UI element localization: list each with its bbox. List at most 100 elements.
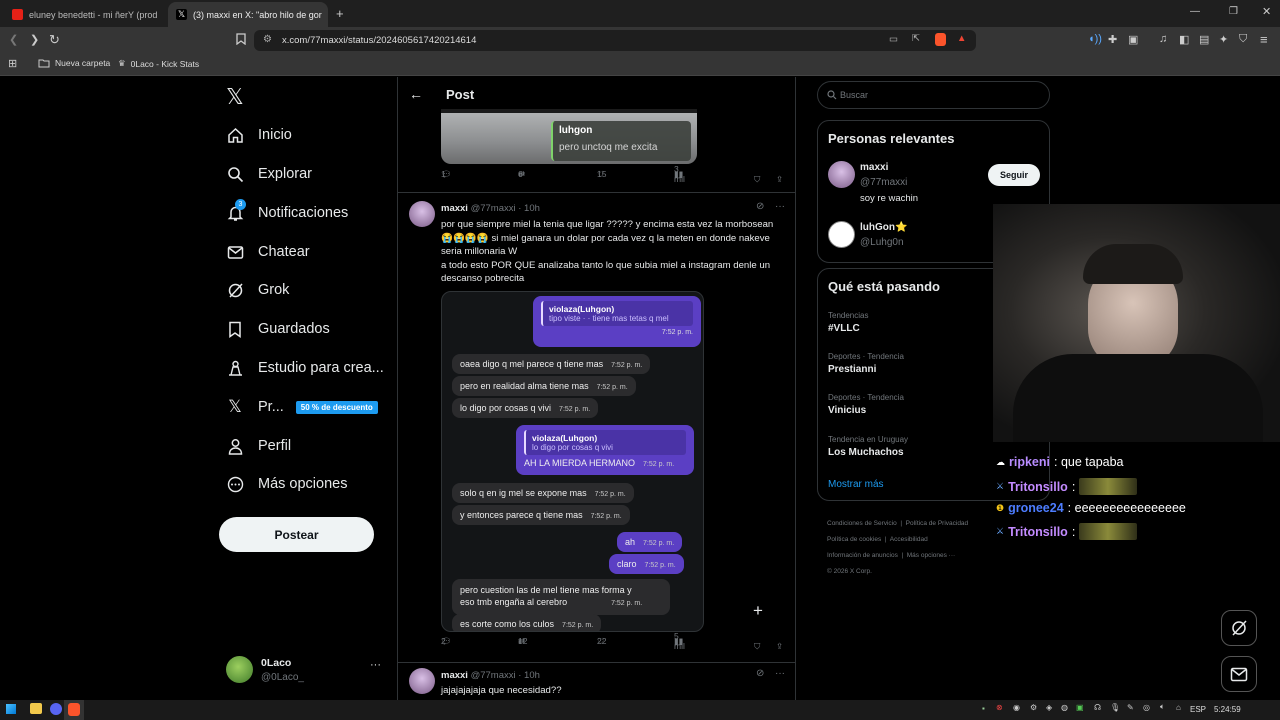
- footer-link[interactable]: Política de cookies: [827, 536, 881, 543]
- volume-icon[interactable]: 🔈︎: [1160, 702, 1165, 712]
- language-indicator[interactable]: ESP: [1190, 705, 1206, 714]
- chat-username[interactable]: Tritonsillo: [1008, 525, 1068, 539]
- chat-username[interactable]: Tritonsillo: [1008, 480, 1068, 494]
- grok-float-button[interactable]: [1221, 610, 1257, 646]
- bookmark-kick-stats[interactable]: ♛ 0Laco - Kick Stats: [118, 58, 199, 69]
- maximize-button[interactable]: ❐: [1229, 6, 1238, 17]
- brave-shield-icon[interactable]: [935, 33, 946, 46]
- person-name[interactable]: luhGon⭐: [860, 222, 907, 233]
- post-image[interactable]: luhgon pero unctoq me excita: [441, 109, 697, 164]
- footer-link[interactable]: Accesibilidad: [890, 536, 928, 543]
- vpn-icon[interactable]: ⛉: [1239, 33, 1247, 46]
- audio-icon[interactable]: ◖)): [1088, 33, 1102, 45]
- extensions-icon[interactable]: ✚: [1108, 33, 1117, 46]
- grok-explain-icon[interactable]: ⊘: [756, 668, 764, 679]
- person-name[interactable]: maxxi: [860, 162, 888, 173]
- tray-icon[interactable]: ⊗: [996, 703, 1003, 712]
- nav-bookmarks[interactable]: Guardados: [226, 315, 330, 343]
- minimize-button[interactable]: —: [1190, 6, 1200, 17]
- show-more-link[interactable]: Mostrar más: [828, 479, 884, 490]
- bookmark-page-icon[interactable]: [236, 33, 246, 48]
- trend-item[interactable]: Deportes · Tendencia Prestianni: [828, 352, 904, 375]
- trend-item[interactable]: Tendencias #VLLC: [828, 311, 868, 334]
- bookmark-folder[interactable]: Nueva carpeta: [38, 58, 110, 68]
- post-button[interactable]: Postear: [219, 517, 374, 552]
- trend-item[interactable]: Deportes · Tendencia Vinicius: [828, 393, 904, 416]
- account-switcher[interactable]: 0Laco @0Laco_ ···: [226, 656, 386, 686]
- bookmark-button[interactable]: ⛉: [754, 641, 760, 652]
- share-icon[interactable]: ⇱: [912, 33, 920, 44]
- avatar[interactable]: [828, 161, 855, 188]
- site-settings-icon[interactable]: ⚙: [263, 34, 272, 45]
- tray-icon[interactable]: ▪: [982, 704, 985, 713]
- mic-icon[interactable]: 🎙︎: [1110, 703, 1120, 712]
- chat-username[interactable]: gronee24: [1008, 501, 1064, 515]
- person-handle[interactable]: @Luhg0n: [860, 237, 904, 248]
- share-button[interactable]: ⇪: [776, 641, 783, 652]
- discord-icon[interactable]: [50, 703, 62, 715]
- tray-icon[interactable]: ▣: [1076, 703, 1084, 712]
- browser-tab-x[interactable]: 𝕏 (3) maxxi en X: "abro hilo de gor ✕: [168, 2, 328, 27]
- headset-icon[interactable]: ☊: [1094, 703, 1101, 712]
- tweet-time[interactable]: · 10h: [518, 203, 540, 214]
- avatar[interactable]: [409, 668, 435, 694]
- author-handle[interactable]: @77maxxi: [471, 670, 516, 681]
- author-handle[interactable]: @77maxxi: [471, 203, 516, 214]
- tray-icon[interactable]: ◍: [1061, 703, 1068, 712]
- chat-username[interactable]: ripkeni: [1009, 455, 1050, 469]
- nav-creator-studio[interactable]: Estudio para crea...: [226, 354, 384, 382]
- avatar[interactable]: [409, 201, 435, 227]
- wallet-icon[interactable]: ▤: [1199, 33, 1209, 46]
- network-icon[interactable]: ⌂: [1176, 703, 1181, 712]
- follow-button[interactable]: Seguir: [988, 164, 1040, 186]
- leo-icon[interactable]: ✦: [1219, 33, 1228, 46]
- tray-icon[interactable]: ◉: [1013, 703, 1020, 712]
- more-icon[interactable]: ···: [775, 668, 785, 679]
- forward-icon[interactable]: ❯: [30, 33, 39, 46]
- close-window-button[interactable]: ✕: [1262, 5, 1271, 18]
- author-name[interactable]: maxxi: [441, 670, 468, 681]
- back-arrow-icon[interactable]: ←: [409, 86, 423, 102]
- footer-link[interactable]: Política de Privacidad: [906, 520, 969, 527]
- nav-chat[interactable]: Chatear: [226, 238, 310, 266]
- nav-profile[interactable]: Perfil: [226, 432, 291, 460]
- x-home-logo[interactable]: 𝕏: [226, 84, 244, 110]
- nav-explore[interactable]: Explorar: [226, 160, 312, 188]
- footer-link[interactable]: Más opciones ···: [907, 552, 955, 559]
- footer-link[interactable]: Información de anuncios: [827, 552, 898, 559]
- compose-plus-icon[interactable]: +: [753, 601, 763, 621]
- trend-item[interactable]: Tendencia en Uruguay Los Muchachos: [828, 435, 908, 458]
- reader-icon[interactable]: ▣: [1128, 33, 1138, 46]
- bookmark-button[interactable]: ⛉: [754, 174, 760, 185]
- grok-explain-icon[interactable]: ⊘: [756, 201, 764, 212]
- taskbar-active-app[interactable]: [64, 700, 84, 720]
- share-button[interactable]: ⇪: [776, 174, 783, 185]
- nav-premium[interactable]: 𝕏 Pr... 50 % de descuento: [226, 393, 378, 421]
- nav-more-options[interactable]: Más opciones: [226, 470, 347, 498]
- menu-icon[interactable]: ≡: [1260, 32, 1268, 47]
- brave-rewards-icon[interactable]: ▲: [957, 33, 966, 44]
- search-input[interactable]: Buscar: [817, 81, 1050, 109]
- music-icon[interactable]: ♫: [1159, 33, 1167, 45]
- author-name[interactable]: maxxi: [441, 203, 468, 214]
- browser-tab-music[interactable]: eluney benedetti - mi ñerY (prod: [4, 2, 164, 27]
- nav-grok[interactable]: Grok: [226, 276, 289, 304]
- apps-grid-icon[interactable]: ⊞: [8, 57, 17, 70]
- new-tab-button[interactable]: +: [336, 6, 344, 21]
- tray-icon[interactable]: ◎: [1143, 703, 1150, 712]
- tray-icon[interactable]: ◈: [1046, 703, 1052, 712]
- nav-notifications[interactable]: 3 Notificaciones: [226, 199, 348, 227]
- more-icon[interactable]: ···: [775, 201, 785, 212]
- screen-icon[interactable]: ▭: [889, 34, 898, 45]
- person-handle[interactable]: @77maxxi: [860, 177, 907, 188]
- chat-screenshot-image[interactable]: violaza(Luhgon) tipo viste · · tiene mas…: [441, 291, 704, 632]
- sidebar-icon[interactable]: ◧: [1179, 33, 1189, 46]
- reload-icon[interactable]: ↻: [49, 32, 60, 48]
- file-explorer-icon[interactable]: [30, 703, 42, 714]
- footer-link[interactable]: Condiciones de Servicio: [827, 520, 897, 527]
- clock[interactable]: 5:24:59: [1214, 705, 1241, 714]
- tray-icon[interactable]: ⚙: [1030, 703, 1037, 712]
- account-more-icon[interactable]: ···: [370, 659, 381, 671]
- windows-start-icon[interactable]: [6, 704, 16, 714]
- back-icon[interactable]: ❮: [9, 33, 18, 46]
